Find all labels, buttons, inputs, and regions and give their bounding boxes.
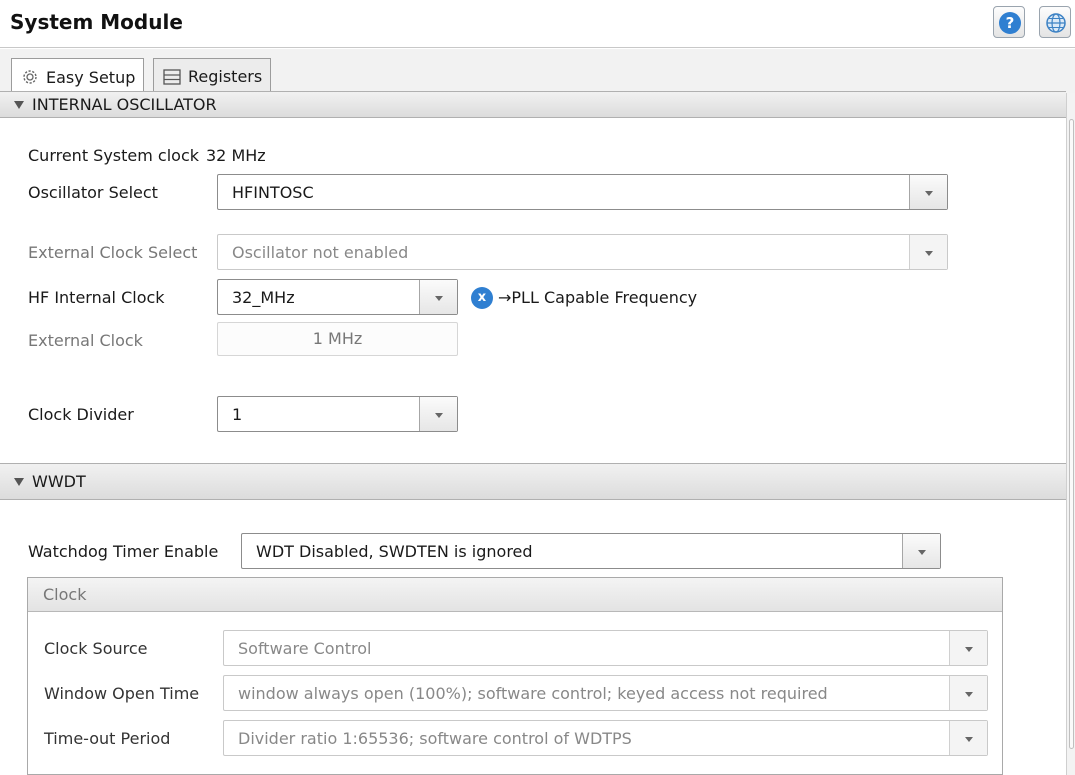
chevron-down-icon[interactable]	[949, 721, 987, 755]
gear-icon	[23, 70, 37, 84]
section-title: INTERNAL OSCILLATOR	[32, 95, 217, 114]
chevron-down-icon[interactable]	[909, 175, 947, 209]
chevron-down-icon[interactable]	[902, 534, 940, 568]
oscillator-select-label: Oscillator Select	[28, 183, 158, 202]
collapse-triangle-icon	[14, 100, 24, 109]
collapse-triangle-icon	[14, 477, 24, 486]
timeout-period-label: Time-out Period	[44, 729, 171, 748]
tab-label: Registers	[188, 67, 263, 86]
timeout-period-dropdown[interactable]: Divider ratio 1:65536; software control …	[223, 720, 988, 756]
clock-source-label: Clock Source	[44, 639, 148, 658]
dropdown-value: Oscillator not enabled	[232, 243, 409, 262]
globe-icon	[1046, 13, 1066, 33]
section-header-wwdt[interactable]: WWDT	[0, 463, 1066, 500]
external-clock-label: External Clock	[28, 331, 143, 350]
dropdown-value: HFINTOSC	[232, 183, 314, 202]
clock-panel-title: Clock	[43, 585, 87, 604]
title-bar: System Module ?	[0, 0, 1075, 48]
dropdown-value: Software Control	[238, 639, 372, 658]
dropdown-value: 1	[232, 405, 243, 424]
hf-internal-clock-dropdown[interactable]: 32_MHz	[217, 279, 458, 315]
pll-capable-note: →PLL Capable Frequency	[498, 288, 698, 307]
clock-panel-header: Clock	[28, 578, 1002, 612]
chevron-down-icon[interactable]	[419, 397, 457, 431]
clock-divider-label: Clock Divider	[28, 405, 134, 424]
help-button[interactable]: ?	[993, 6, 1025, 38]
section-header-internal-oscillator[interactable]: INTERNAL OSCILLATOR	[0, 91, 1066, 118]
scrollbar-thumb[interactable]	[1069, 119, 1074, 749]
clock-divider-dropdown[interactable]: 1	[217, 396, 458, 432]
external-clock-select-dropdown[interactable]: Oscillator not enabled	[217, 234, 948, 270]
watchdog-enable-label: Watchdog Timer Enable	[28, 542, 219, 561]
watchdog-enable-dropdown[interactable]: WDT Disabled, SWDTEN is ignored	[241, 533, 941, 569]
window-open-time-dropdown[interactable]: window always open (100%); software cont…	[223, 675, 988, 711]
dropdown-value: Divider ratio 1:65536; software control …	[238, 729, 632, 748]
window-open-time-label: Window Open Time	[44, 684, 200, 703]
clock-panel: Clock Clock Source Software Control Wind…	[27, 577, 1003, 775]
external-clock-select-label: External Clock Select	[28, 243, 198, 262]
chevron-down-icon[interactable]	[949, 676, 987, 710]
web-button[interactable]	[1039, 6, 1071, 38]
dropdown-value: 32_MHz	[232, 288, 295, 307]
section-title: WWDT	[32, 472, 86, 491]
dropdown-value: WDT Disabled, SWDTEN is ignored	[256, 542, 533, 561]
tab-strip: Easy Setup Registers	[0, 49, 1075, 95]
tab-label: Easy Setup	[46, 67, 136, 87]
window-title: System Module	[10, 10, 183, 34]
external-clock-field[interactable]: 1 MHz	[217, 322, 458, 356]
clock-source-dropdown[interactable]: Software Control	[223, 630, 988, 666]
close-circle-icon: x	[471, 287, 493, 309]
oscillator-select-dropdown[interactable]: HFINTOSC	[217, 174, 948, 210]
current-clock-value: 32 MHz	[206, 146, 266, 165]
chevron-down-icon[interactable]	[419, 280, 457, 314]
chevron-down-icon[interactable]	[909, 235, 947, 269]
hf-internal-clock-label: HF Internal Clock	[28, 288, 165, 307]
tab-registers[interactable]: Registers	[153, 58, 272, 94]
dropdown-value: window always open (100%); software cont…	[238, 684, 828, 703]
current-clock-label: Current System clock	[28, 146, 200, 165]
help-icon: ?	[999, 12, 1021, 34]
vertical-scrollbar[interactable]	[1066, 93, 1075, 775]
list-icon	[163, 68, 181, 85]
tab-easy-setup[interactable]: Easy Setup	[11, 58, 145, 95]
chevron-down-icon[interactable]	[949, 631, 987, 665]
